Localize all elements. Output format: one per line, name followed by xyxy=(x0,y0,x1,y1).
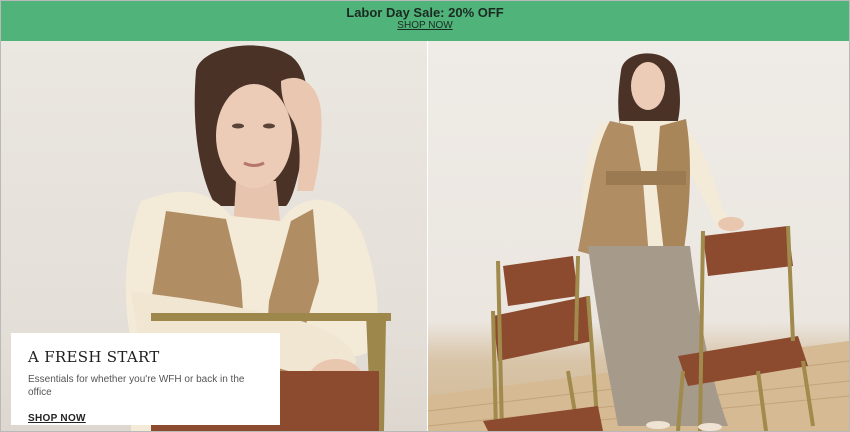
hero-shop-now-link[interactable]: SHOP NOW xyxy=(28,413,86,424)
hero-image-right[interactable] xyxy=(428,41,849,431)
hero-subtitle: Essentials for whether you're WFH or bac… xyxy=(28,374,245,398)
promo-banner[interactable]: Labor Day Sale: 20% OFF SHOP NOW xyxy=(1,1,849,41)
hero-title: A FRESH START xyxy=(28,348,160,366)
woman-standing-chairs-illustration xyxy=(428,53,849,431)
hero-card: A FRESH START Essentials for whether you… xyxy=(11,333,280,425)
promo-title: Labor Day Sale: 20% OFF xyxy=(346,5,504,20)
promo-shop-now-link[interactable]: SHOP NOW xyxy=(1,20,849,32)
